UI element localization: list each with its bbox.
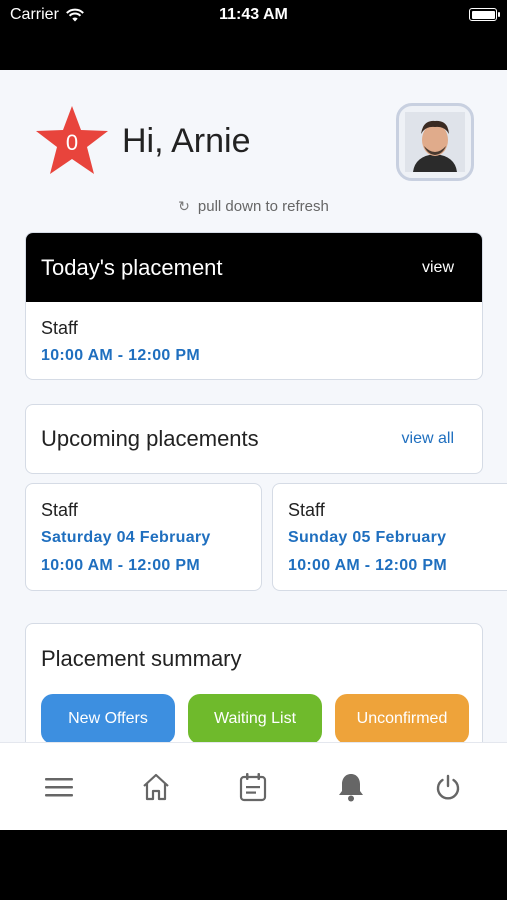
view-all-link[interactable]: view all [402,430,454,448]
placement-date: Saturday 04 February [41,529,211,546]
home-icon [143,773,169,800]
battery-icon [469,8,500,21]
placement-summary-title: Placement summary [41,646,242,671]
badge-count: 0 [65,130,79,155]
todays-placement-body: Staff 10:00 AM - 12:00 PM [26,302,482,379]
bell-icon [338,773,363,801]
placement-date: Sunday 05 February [288,529,447,546]
placement-role: Staff [288,500,325,520]
home-tab[interactable] [131,762,181,812]
header: 0 Hi, Arnie [0,70,507,190]
app-screen: 0 Hi, Arnie ↻ pull down to refresh Today… [0,70,507,830]
placement-time: 10:00 AM - 12:00 PM [288,557,447,574]
new-offers-button[interactable]: New Offers [41,694,175,744]
placement-time: 10:00 AM - 12:00 PM [41,557,200,574]
bottom-tab-bar [0,742,507,830]
clock: 11:43 AM [219,6,288,23]
upcoming-placements-title: Upcoming placements [41,426,259,451]
upcoming-placement-card[interactable]: Staff Saturday 04 February 10:00 AM - 12… [25,483,262,591]
power-icon [437,774,460,800]
todays-placement-title: Today's placement [41,254,223,280]
logout-tab[interactable] [423,762,473,812]
calendar-icon [240,772,267,801]
menu-tab[interactable] [34,762,84,812]
user-photo [405,112,465,172]
placement-role: Staff [41,500,78,520]
summary-buttons: New Offers Waiting List Unconfirmed [41,694,469,744]
avatar[interactable] [396,103,474,181]
notifications-tab[interactable] [326,762,376,812]
placement-role: Staff [41,318,78,338]
placement-summary-card: Placement summary New Offers Waiting Lis… [25,623,483,753]
screen-bottom-bezel [0,830,507,900]
todays-placement-header: Today's placement view [26,233,482,302]
calendar-tab[interactable] [228,762,278,812]
unconfirmed-button[interactable]: Unconfirmed [335,694,469,744]
upcoming-placements-header-card: Upcoming placements view all [25,404,483,474]
pull-to-refresh-hint: ↻ pull down to refresh [0,198,507,215]
placement-time: 10:00 AM - 12:00 PM [41,347,200,364]
status-bar: Carrier 11:43 AM [0,0,507,70]
waiting-list-button[interactable]: Waiting List [188,694,322,744]
menu-icon [44,777,73,796]
refresh-icon: ↻ [178,198,190,214]
view-link[interactable]: view [422,259,454,277]
greeting: Hi, Arnie [122,122,251,160]
notification-star-badge[interactable]: 0 [34,104,110,176]
refresh-label: pull down to refresh [197,198,329,215]
todays-placement-card[interactable]: Today's placement view Staff 10:00 AM - … [25,232,483,380]
upcoming-placement-card[interactable]: Staff Sunday 05 February 10:00 AM - 12:0… [272,483,507,591]
